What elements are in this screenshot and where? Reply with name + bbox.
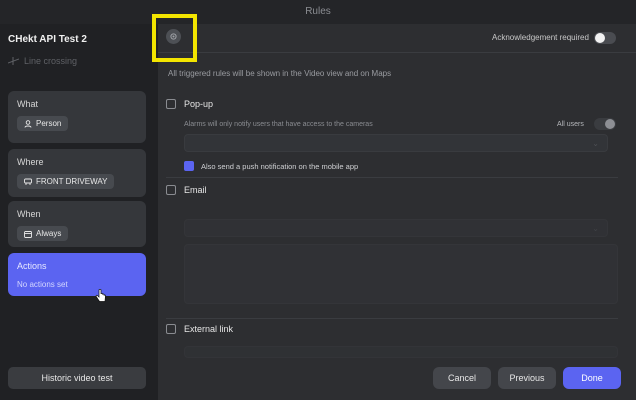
popup-hint: Alarms will only notify users that have … [184, 121, 373, 128]
where-chip: FRONT DRIVEWAY [17, 174, 115, 189]
acknowledgement-label: Acknowledgement required [492, 33, 589, 42]
previous-button[interactable]: Previous [498, 367, 556, 389]
actions-panel [158, 24, 636, 400]
what-card[interactable]: What Person [8, 91, 146, 143]
line-crossing-icon [8, 57, 19, 65]
rule-type-label: Line crossing [24, 56, 78, 66]
popup-users-select[interactable]: ⌄ [184, 134, 608, 152]
what-chip: Person [17, 116, 69, 131]
chevron-down-icon: ⌄ [592, 224, 599, 233]
where-card[interactable]: Where FRONT DRIVEWAY [8, 149, 146, 197]
section-divider [166, 318, 618, 319]
person-icon [24, 119, 32, 128]
popup-label: Pop-up [184, 99, 214, 109]
where-chip-label: FRONT DRIVEWAY [36, 177, 108, 186]
rule-sidebar: CHekt API Test 2 Line crossing What Pers… [0, 24, 158, 400]
when-card[interactable]: When Always [8, 201, 146, 247]
email-label: Email [184, 185, 207, 195]
when-chip-label: Always [36, 229, 62, 238]
highlight-box [152, 14, 197, 62]
what-label: What [17, 99, 39, 109]
actions-card[interactable]: Actions No actions set [8, 253, 146, 296]
all-users-label: All users [557, 121, 584, 128]
actions-status: No actions set [17, 280, 68, 289]
window-title: Rules [0, 0, 636, 24]
push-notification-checkbox[interactable] [184, 161, 194, 171]
where-label: Where [17, 157, 44, 167]
info-text: All triggered rules will be shown in the… [168, 69, 392, 78]
actions-label: Actions [17, 261, 47, 271]
when-label: When [17, 209, 41, 219]
camera-icon [24, 178, 32, 185]
email-checkbox[interactable] [166, 185, 176, 195]
email-recipients-select: ⌄ [184, 219, 608, 237]
hand-cursor-icon [95, 289, 106, 302]
push-notification-label: Also send a push notification on the mob… [201, 162, 359, 171]
done-button[interactable]: Done [563, 367, 621, 389]
rule-type: Line crossing [8, 56, 77, 66]
email-message-textarea [184, 244, 618, 304]
external-link-label: External link [184, 324, 234, 334]
external-link-checkbox[interactable] [166, 324, 176, 334]
historic-video-test-button[interactable]: Historic video test [8, 367, 146, 389]
chevron-down-icon: ⌄ [592, 139, 599, 148]
when-chip: Always [17, 226, 69, 241]
what-chip-label: Person [36, 119, 62, 128]
section-divider [166, 177, 618, 178]
calendar-icon [24, 230, 32, 238]
header-divider [158, 52, 636, 53]
popup-checkbox[interactable] [166, 99, 176, 109]
all-users-toggle[interactable] [594, 118, 616, 130]
acknowledgement-toggle[interactable] [594, 32, 616, 44]
cancel-button[interactable]: Cancel [433, 367, 491, 389]
rule-name: CHekt API Test 2 [8, 34, 87, 45]
external-link-field [184, 346, 618, 358]
